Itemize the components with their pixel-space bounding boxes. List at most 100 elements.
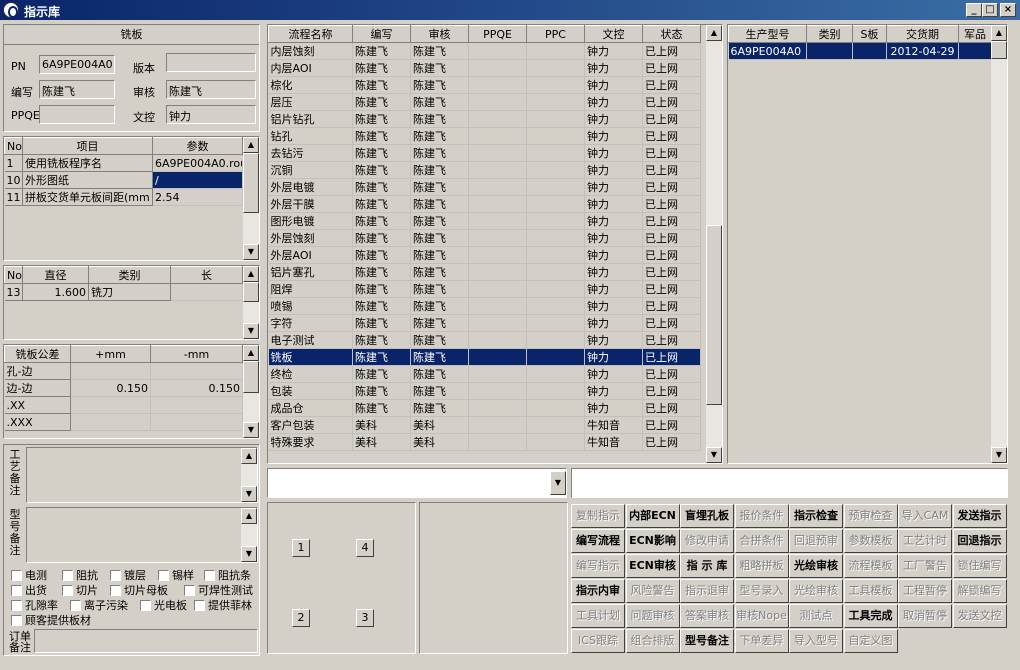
table-row[interactable]: 沉铜 陈建飞 陈建飞 钟力 已上网 (268, 161, 701, 179)
table-row[interactable]: 外层干膜 陈建飞 陈建飞 钟力 已上网 (268, 195, 701, 213)
tolerance-header[interactable]: -mm (150, 345, 243, 363)
table-row[interactable]: 去钻污 陈建飞 陈建飞 钟力 已上网 (268, 144, 701, 162)
scroll-thumb[interactable] (243, 361, 259, 393)
process-combo[interactable]: ▼ (267, 468, 567, 498)
action-button[interactable]: 修改申请 (680, 529, 734, 553)
check-slice-mother[interactable]: 切片母板 (110, 582, 168, 598)
review-field[interactable]: 陈建飞 (166, 80, 256, 99)
check-electrical-test[interactable]: 电测 (11, 567, 47, 583)
table-row[interactable]: 13 1.600 铣刀 (4, 283, 243, 301)
scroll-down-icon[interactable]: ▼ (241, 546, 257, 562)
flow-header[interactable]: 状态 (642, 25, 701, 43)
check-ion-contamination[interactable]: 离子污染 (70, 597, 128, 613)
table-row[interactable]: 阻焊 陈建飞 陈建飞 钟力 已上网 (268, 280, 701, 298)
version-field[interactable] (166, 53, 256, 72)
params-header[interactable]: 参数 (152, 137, 243, 155)
action-button[interactable]: 内部ECN (625, 504, 680, 528)
tolerance-scrollbar[interactable]: ▲ ▼ (243, 345, 259, 438)
tools-header[interactable]: No (4, 266, 23, 284)
table-row[interactable]: .XXX (4, 413, 243, 431)
action-button[interactable]: 取消暂停 (898, 604, 952, 628)
action-button[interactable]: 自定义图 (843, 629, 898, 653)
table-row[interactable]: 外层AOI 陈建飞 陈建飞 钟力 已上网 (268, 246, 701, 264)
action-button[interactable]: 导入型号 (789, 629, 843, 653)
scroll-up-icon[interactable]: ▲ (241, 508, 257, 524)
ppqe-field[interactable] (39, 105, 115, 124)
table-row[interactable]: 客户包装 美科 美科 牛知音 已上网 (268, 416, 701, 434)
number-button[interactable]: 1 (292, 539, 310, 557)
check-film[interactable]: 提供菲林 (194, 597, 252, 613)
params-header[interactable]: 项目 (22, 137, 153, 155)
scroll-down-icon[interactable]: ▼ (243, 422, 259, 438)
scroll-thumb[interactable] (243, 282, 259, 302)
table-row[interactable]: 层压 陈建飞 陈建飞 钟力 已上网 (268, 93, 701, 111)
action-button[interactable]: 发送文控 (952, 604, 1007, 628)
table-row[interactable]: 内层蚀刻 陈建飞 陈建飞 钟力 已上网 (268, 42, 701, 60)
action-button[interactable]: 回退指示 (952, 529, 1007, 553)
params-header[interactable]: No (4, 137, 23, 155)
scroll-thumb[interactable] (243, 153, 259, 213)
table-row[interactable]: 钻孔 陈建飞 陈建飞 钟力 已上网 (268, 127, 701, 145)
product-header[interactable]: 交货期 (886, 25, 959, 43)
action-button[interactable]: 测试点 (789, 604, 843, 628)
flow-header[interactable]: PPQE (468, 25, 527, 43)
scroll-down-icon[interactable]: ▼ (706, 447, 722, 463)
action-button[interactable]: 工具模板 (843, 579, 898, 603)
check-solderability[interactable]: 可焊性测试 (184, 582, 253, 598)
action-button[interactable]: 指示退审 (680, 579, 734, 603)
table-row[interactable]: 孔-边 (4, 362, 243, 380)
action-button[interactable]: 工厂警告 (898, 554, 952, 578)
table-row[interactable]: 铝片钻孔 陈建飞 陈建飞 钟力 已上网 (268, 110, 701, 128)
scroll-up-icon[interactable]: ▲ (243, 345, 259, 361)
action-button[interactable]: 工程暂停 (898, 579, 952, 603)
check-impedance[interactable]: 阻抗 (62, 567, 98, 583)
note-scrollbar[interactable]: ▲ ▼ (241, 508, 257, 562)
note-scrollbar[interactable]: ▲ ▼ (241, 448, 257, 502)
action-button[interactable]: 问题审核 (625, 604, 680, 628)
action-button[interactable]: ECN影响 (625, 529, 680, 553)
check-plating[interactable]: 镀层 (110, 567, 146, 583)
table-row[interactable]: 字符 陈建飞 陈建飞 钟力 已上网 (268, 314, 701, 332)
action-button[interactable]: 指示检查 (789, 504, 843, 528)
action-button[interactable]: 粗略拼板 (734, 554, 789, 578)
maximize-button[interactable]: □ (982, 3, 998, 17)
action-button[interactable]: 复制指示 (571, 504, 625, 528)
tolerance-header[interactable]: 铣板公差 (4, 345, 71, 363)
table-row[interactable]: 成品仓 陈建飞 陈建飞 钟力 已上网 (268, 399, 701, 417)
message-field[interactable] (571, 468, 1008, 498)
table-row[interactable]: 10 外形图纸 / (4, 171, 243, 189)
pn-field[interactable]: 6A9PE004A0 (39, 55, 115, 74)
flow-header[interactable]: 编写 (352, 25, 411, 43)
check-porosity[interactable]: 孔隙率 (11, 597, 58, 613)
action-button[interactable]: 预审检查 (843, 504, 898, 528)
action-button[interactable]: 答案审核 (680, 604, 734, 628)
action-button[interactable]: 工艺计时 (898, 529, 952, 553)
table-row[interactable]: 棕化 陈建飞 陈建飞 钟力 已上网 (268, 76, 701, 94)
action-button[interactable]: 流程模板 (843, 554, 898, 578)
flow-header[interactable]: 文控 (584, 25, 643, 43)
action-button[interactable]: 回退预审 (789, 529, 843, 553)
number-button[interactable]: 3 (356, 609, 374, 627)
scroll-up-icon[interactable]: ▲ (243, 266, 259, 282)
process-note-field[interactable]: ▲ ▼ (26, 447, 258, 503)
tools-header[interactable]: 长 (170, 266, 243, 284)
check-impedance-strip[interactable]: 阻抗条 (204, 567, 251, 583)
tools-header[interactable]: 直径 (22, 266, 89, 284)
action-button[interactable]: 发送指示 (952, 504, 1007, 528)
scroll-up-icon[interactable]: ▲ (243, 137, 259, 153)
check-photo-board[interactable]: 光电板 (140, 597, 187, 613)
number-button[interactable]: 2 (292, 609, 310, 627)
table-row[interactable]: 图形电镀 陈建飞 陈建飞 钟力 已上网 (268, 212, 701, 230)
scroll-down-icon[interactable]: ▼ (243, 323, 259, 339)
order-note-field[interactable] (34, 629, 258, 653)
action-button[interactable]: 导入CAM (898, 504, 952, 528)
check-slice[interactable]: 切片 (62, 582, 98, 598)
action-button[interactable]: 报价条件 (734, 504, 789, 528)
table-row[interactable]: 终检 陈建飞 陈建飞 钟力 已上网 (268, 365, 701, 383)
action-button[interactable]: ECN审核 (625, 554, 680, 578)
action-button[interactable]: 编写指示 (571, 554, 625, 578)
scroll-down-icon[interactable]: ▼ (991, 447, 1007, 463)
table-row[interactable]: 6A9PE004A0 2012-04-29 (728, 42, 992, 60)
product-header[interactable]: 生产型号 (728, 25, 807, 43)
action-button[interactable]: 风险警告 (625, 579, 680, 603)
